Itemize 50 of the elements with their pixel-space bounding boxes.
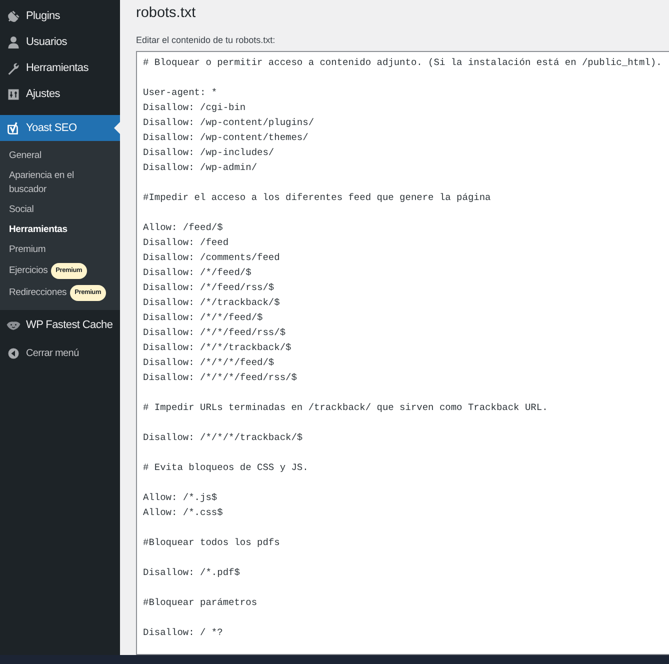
code-line: User-agent: * [143,86,218,100]
code-line: #Bloquear parámetros [143,596,258,610]
code-line: Disallow: /*.pdf$ [143,566,240,580]
submenu-item[interactable]: Premium [0,240,120,260]
code-line: Disallow: /wp-includes/ [143,146,274,160]
code-line: Disallow: /*/*/feed/rss/$ [143,326,286,340]
code-line: Disallow: /*/*/*/feed/$ [143,356,274,370]
code-line: Allow: /feed/$ [143,221,223,235]
code-line: Disallow: /wp-content/plugins/ [143,116,314,130]
code-line: #Bloquear todos los pdfs [143,536,280,550]
menu-item[interactable]: WP Fastest Cache [0,312,120,338]
code-line: # Bloquear o permitir acceso a contenido adjunto. (Si la instalación está en /public_html). [143,56,662,70]
menu-item[interactable]: Usuarios [0,29,120,55]
collapse-icon [6,346,21,360]
submenu-item[interactable]: General [0,146,120,166]
code-line: Disallow: /cgi-bin [143,101,246,115]
code-line: # Evita bloqueos de CSS y JS. [143,461,308,475]
current-pointer [114,122,120,134]
wrench-icon [6,60,21,76]
code-line: Disallow: / *? [143,626,223,640]
menu-item[interactable]: Plugins [0,3,120,29]
code-line: Disallow: /*/*/trackback/$ [143,341,292,355]
code-line: Disallow: /comments/feed [143,251,280,265]
code-line: Allow: /*.js$ [143,491,218,505]
code-line: Disallow: /*/trackback/$ [143,296,280,310]
code-line: Disallow: /wp-content/themes/ [143,131,308,145]
code-line: # Impedir URLs terminadas en /trackback/ que sirven como Trackback URL. [143,401,548,415]
submenu-item[interactable]: Social [0,200,120,220]
code-line: Disallow: /*/*/*/feed/rss/$ [143,371,297,385]
menu-item[interactable]: Yoast SEO [0,115,120,141]
plug-icon [6,8,21,24]
code-line: Disallow: /wp-admin/ [143,161,258,175]
editor-label: Editar el contenido de tu robots.txt: [136,35,276,45]
menu-item[interactable]: Herramientas [0,55,120,81]
code-line: Disallow: /*/feed/$ [143,266,252,280]
user-icon [6,34,21,50]
submenu-item[interactable]: Herramientas [0,220,120,240]
robots-text-editor[interactable] [136,51,669,655]
code-line: Allow: /*.css$ [143,506,223,520]
collapse-menu-link[interactable]: Cerrar menú [0,340,120,366]
submenu-item[interactable]: Apariencia en el buscador [0,166,120,200]
page-title: robots.txt [136,5,197,21]
yoast-logo-icon [6,120,21,136]
code-line: #Impedir el acceso a los diferentes feed que genere la página [143,191,491,205]
code-line: Disallow: /feed [143,236,229,250]
menu-item[interactable]: Ajustes [0,81,120,107]
sliders-icon [6,86,21,102]
code-line: Disallow: /*/feed/rss/$ [143,281,274,295]
code-line: Disallow: /*/*/feed/$ [143,311,263,325]
code-line: Disallow: /*/*/*/trackback/$ [143,431,303,445]
